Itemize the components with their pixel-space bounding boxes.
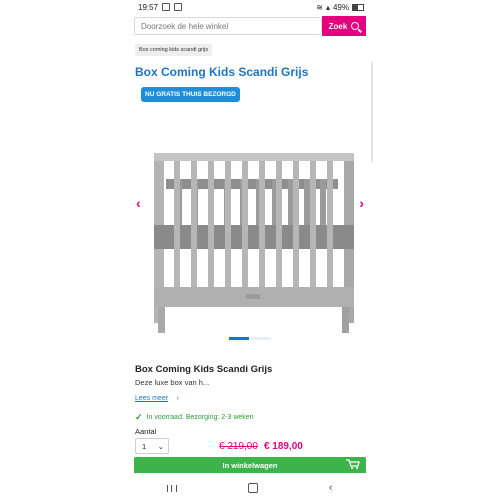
gallery-pagination [132, 337, 368, 340]
product-description: Deze luxe box van h... [135, 378, 210, 387]
product-gallery[interactable]: NU GRATIS THUIS BEZORGD ‹ › [132, 85, 368, 340]
new-price: € 189,00 [263, 440, 303, 452]
cart-icon [346, 459, 360, 469]
price-row: 1 ⌄ € 219,00 € 189,00 [135, 438, 368, 454]
chevron-left-icon[interactable]: ‹ [136, 195, 141, 211]
search-input[interactable]: Doorzoek de hele winkel [134, 17, 322, 35]
android-nav-bar: ‹ [132, 476, 368, 500]
quantity-select[interactable]: 1 ⌄ [135, 438, 169, 454]
page-edge [371, 62, 373, 162]
gallery-dot-2[interactable] [251, 337, 271, 340]
gallery-dot-1[interactable] [229, 337, 249, 340]
read-more-link[interactable]: Lees meer [135, 395, 168, 402]
add-to-cart-label: In winkelwagen [222, 460, 278, 470]
chevron-down-icon: ⌄ [157, 441, 164, 451]
stock-text: In voorraad. Bezorging: 2-3 weken [146, 414, 254, 421]
add-to-cart-button[interactable]: In winkelwagen [134, 457, 366, 473]
phone-screen: 19:57 ≋ ▴ 49% Doorzoek de hele winkel Zo… [132, 0, 368, 500]
battery-text: 49% [332, 2, 349, 12]
app-icon [174, 3, 183, 11]
left-gutter [0, 0, 132, 500]
chevron-right-icon[interactable]: › [359, 195, 364, 211]
status-time: 19:57 [138, 2, 159, 12]
signal-icon: ▴ [325, 2, 330, 12]
battery-icon [352, 3, 364, 11]
search-button-label: Zoek [328, 21, 348, 31]
right-gutter [368, 0, 500, 500]
crib-product-image [154, 153, 354, 333]
quantity-value: 1 [142, 441, 147, 451]
page-title: Box Coming Kids Scandi Grijs [135, 65, 309, 79]
stock-status: ✓ In voorraad. Bezorging: 2-3 weken [135, 412, 368, 423]
home-icon[interactable] [248, 483, 259, 493]
notification-icon [162, 3, 171, 11]
quantity-label: Aantal [135, 427, 157, 436]
status-bar: 19:57 ≋ ▴ 49% [132, 0, 368, 14]
product-name: Box Coming Kids Scandi Grijs [135, 364, 273, 375]
checkmark-icon: ✓ [135, 412, 143, 422]
free-delivery-badge: NU GRATIS THUIS BEZORGD [141, 87, 240, 102]
breadcrumb[interactable]: Box coming kids scandi grijs [135, 44, 213, 56]
chevron-right-small-icon[interactable]: › [177, 395, 179, 402]
wifi-icon: ≋ [316, 2, 323, 12]
old-price: € 219,00 [219, 440, 258, 452]
back-icon[interactable]: ‹ [329, 482, 333, 494]
recent-apps-icon[interactable] [167, 484, 178, 492]
search-bar: Doorzoek de hele winkel Zoek [134, 16, 366, 36]
search-icon [351, 22, 360, 30]
search-button[interactable]: Zoek [322, 16, 366, 36]
